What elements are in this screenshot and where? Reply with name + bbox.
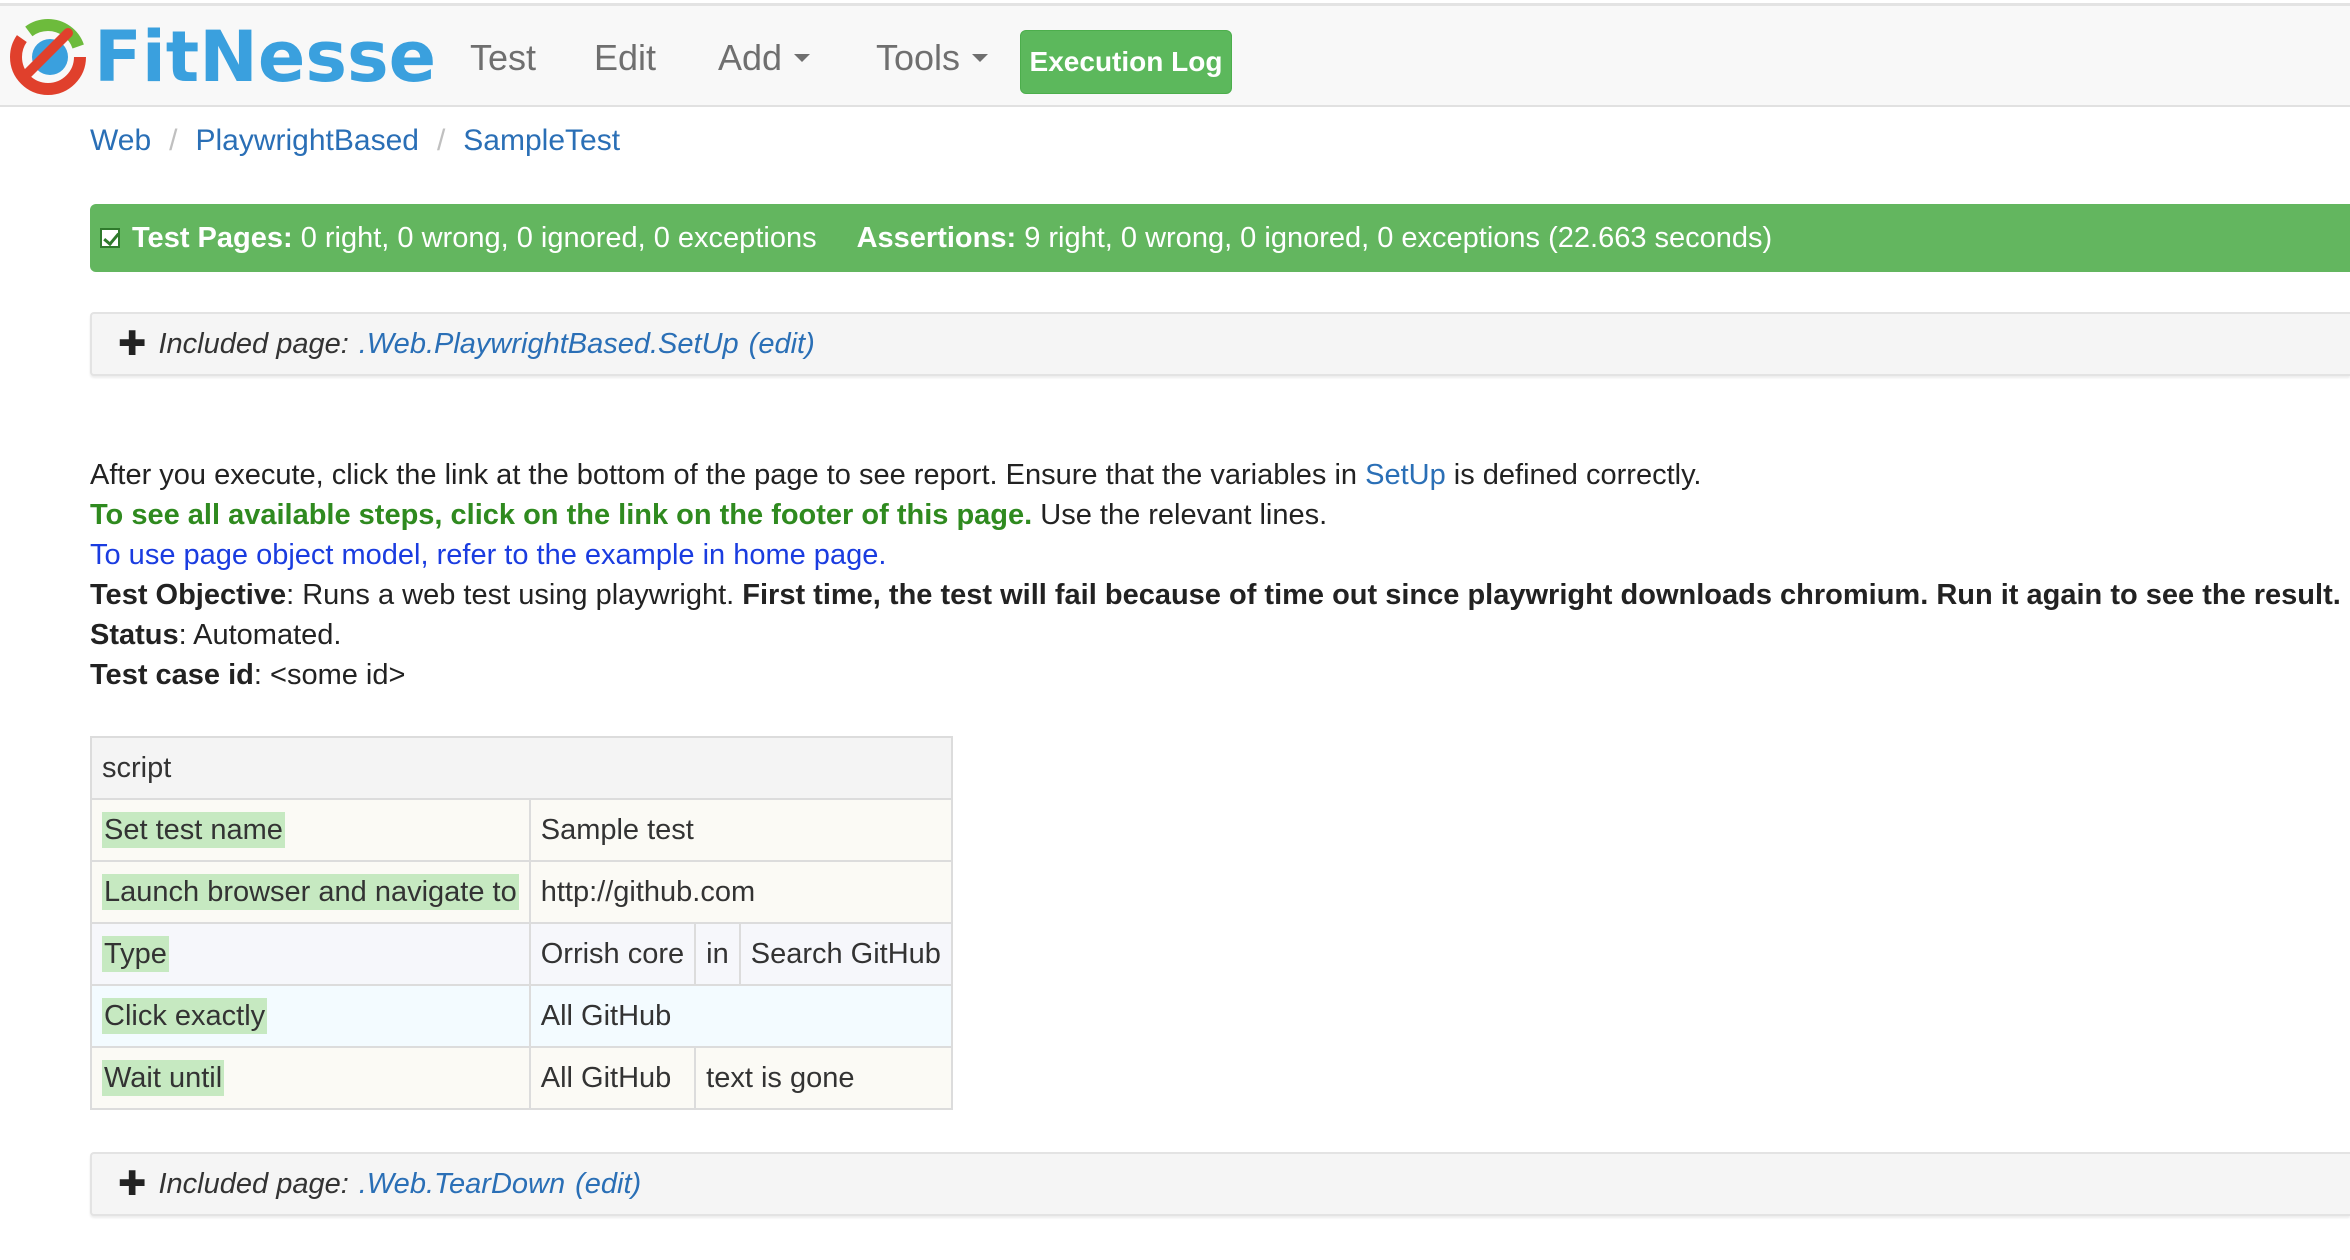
- table-row: Type Orrish core in Search GitHub: [90, 922, 953, 986]
- arg-cell: Sample test: [528, 798, 953, 862]
- nav-add-label: Add: [718, 37, 783, 78]
- instruction-text-end: is defined correctly.: [1453, 459, 1702, 491]
- table-header-cell: script: [90, 736, 953, 800]
- table-header-row: script: [90, 736, 953, 800]
- script-table: script Set test name Sample test Launch …: [90, 736, 953, 1110]
- execution-log-label: Execution Log: [1029, 46, 1223, 77]
- setup-link[interactable]: SetUp: [1365, 459, 1446, 491]
- test-objective-text: : Runs a web test using playwright.: [286, 579, 735, 611]
- arg-cell: Search GitHub: [738, 922, 953, 986]
- included-page-setup[interactable]: ✚ Included page: .Web.PlaywrightBased.Se…: [90, 312, 2350, 376]
- page-description: After you execute, click the link at the…: [90, 455, 2341, 695]
- logo-text: FitNesse: [94, 16, 437, 98]
- action-label: Launch browser and navigate to: [102, 873, 519, 910]
- included-page-setup-edit-link[interactable]: (edit): [749, 328, 815, 361]
- test-summary-banner: Test Pages: 0 right, 0 wrong, 0 ignored,…: [90, 204, 2350, 272]
- instruction-text: After you execute, click the link at the…: [90, 459, 1358, 491]
- execution-log-button[interactable]: Execution Log: [1020, 30, 1232, 94]
- nav-test[interactable]: Test: [470, 6, 536, 110]
- breadcrumb-separator: /: [436, 124, 446, 157]
- arg-cell: in: [694, 922, 741, 986]
- included-page-teardown[interactable]: ✚ Included page: .Web.TearDown (edit): [90, 1152, 2350, 1216]
- fitnesse-logo-icon: [10, 19, 86, 95]
- table-row: Set test name Sample test: [90, 798, 953, 862]
- test-pages-value: 0 right, 0 wrong, 0 ignored, 0 exception…: [300, 221, 817, 254]
- included-page-setup-link[interactable]: .Web.PlaywrightBased.SetUp: [359, 328, 739, 361]
- action-label: Type: [102, 935, 169, 972]
- plus-icon[interactable]: ✚: [118, 1164, 147, 1204]
- assertions-value: 9 right, 0 wrong, 0 ignored, 0 exception…: [1024, 221, 1773, 254]
- action-cell: Click exactly: [90, 984, 531, 1048]
- test-case-id-line: Test case id: <some id>: [90, 655, 2341, 695]
- test-objective-warning: First time, the test will fail because o…: [742, 579, 2341, 611]
- assertions-label: Assertions:: [856, 221, 1017, 254]
- action-cell: Type: [90, 922, 531, 986]
- action-cell: Launch browser and navigate to: [90, 860, 531, 924]
- steps-hint-text: Use the relevant lines.: [1040, 499, 1328, 531]
- nav-tools-label: Tools: [876, 37, 961, 78]
- action-label: Wait until: [102, 1059, 225, 1096]
- checkbox-icon: [100, 228, 120, 248]
- fitnesse-logo[interactable]: FitNesse: [8, 14, 436, 100]
- plus-icon[interactable]: ✚: [118, 324, 147, 364]
- test-case-id-label: Test case id: [90, 659, 254, 691]
- included-page-teardown-edit-link[interactable]: (edit): [575, 1168, 641, 1201]
- breadcrumb-playwrightbased[interactable]: PlaywrightBased: [196, 124, 419, 158]
- test-case-id-text: : <some id>: [253, 659, 406, 691]
- included-page-teardown-link[interactable]: .Web.TearDown: [359, 1168, 565, 1201]
- caret-down-icon: [972, 54, 989, 62]
- included-page-label: Included page:: [158, 327, 349, 360]
- status-line: Status: Automated.: [90, 615, 2341, 655]
- instruction-line: After you execute, click the link at the…: [90, 455, 2341, 495]
- nav-test-label: Test: [470, 37, 537, 78]
- test-objective-line: Test Objective: Runs a web test using pl…: [90, 575, 2341, 615]
- status-text: : Automated.: [178, 619, 342, 651]
- top-navbar: FitNesse Test Edit Add Tools Execution L…: [0, 3, 2350, 107]
- action-cell: Set test name: [90, 798, 531, 862]
- nav-add-dropdown[interactable]: Add: [718, 6, 811, 110]
- table-row: Launch browser and navigate to http://gi…: [90, 860, 953, 924]
- breadcrumb: Web / PlaywrightBased / SampleTest: [90, 124, 620, 158]
- nav-edit[interactable]: Edit: [594, 6, 656, 110]
- breadcrumb-separator: /: [169, 124, 178, 157]
- test-pages-label: Test Pages:: [132, 221, 293, 254]
- action-cell: Wait until: [90, 1046, 531, 1110]
- page-object-model-link[interactable]: To use page object model, refer to the e…: [90, 539, 886, 571]
- arg-cell: All GitHub: [528, 984, 953, 1048]
- caret-down-icon: [794, 54, 811, 62]
- action-label: Click exactly: [102, 997, 268, 1034]
- arg-cell: All GitHub: [528, 1046, 697, 1110]
- table-row: Wait until All GitHub text is gone: [90, 1046, 953, 1110]
- breadcrumb-sampletest[interactable]: SampleTest: [463, 124, 620, 158]
- test-objective-label: Test Objective: [90, 579, 287, 611]
- arg-cell: http://github.com: [528, 860, 953, 924]
- table-row: Click exactly All GitHub: [90, 984, 953, 1048]
- page-object-line: To use page object model, refer to the e…: [90, 535, 2341, 575]
- action-label: Set test name: [102, 811, 285, 848]
- arg-cell: text is gone: [694, 1046, 953, 1110]
- steps-hint-line: To see all available steps, click on the…: [90, 495, 2341, 535]
- status-label: Status: [90, 619, 179, 651]
- nav-edit-label: Edit: [594, 37, 657, 78]
- nav-tools-dropdown[interactable]: Tools: [876, 6, 989, 110]
- arg-cell: Orrish core: [528, 922, 697, 986]
- breadcrumb-web[interactable]: Web: [90, 124, 151, 158]
- steps-hint-highlight: To see all available steps, click on the…: [90, 499, 1033, 531]
- included-page-label: Included page:: [158, 1167, 349, 1200]
